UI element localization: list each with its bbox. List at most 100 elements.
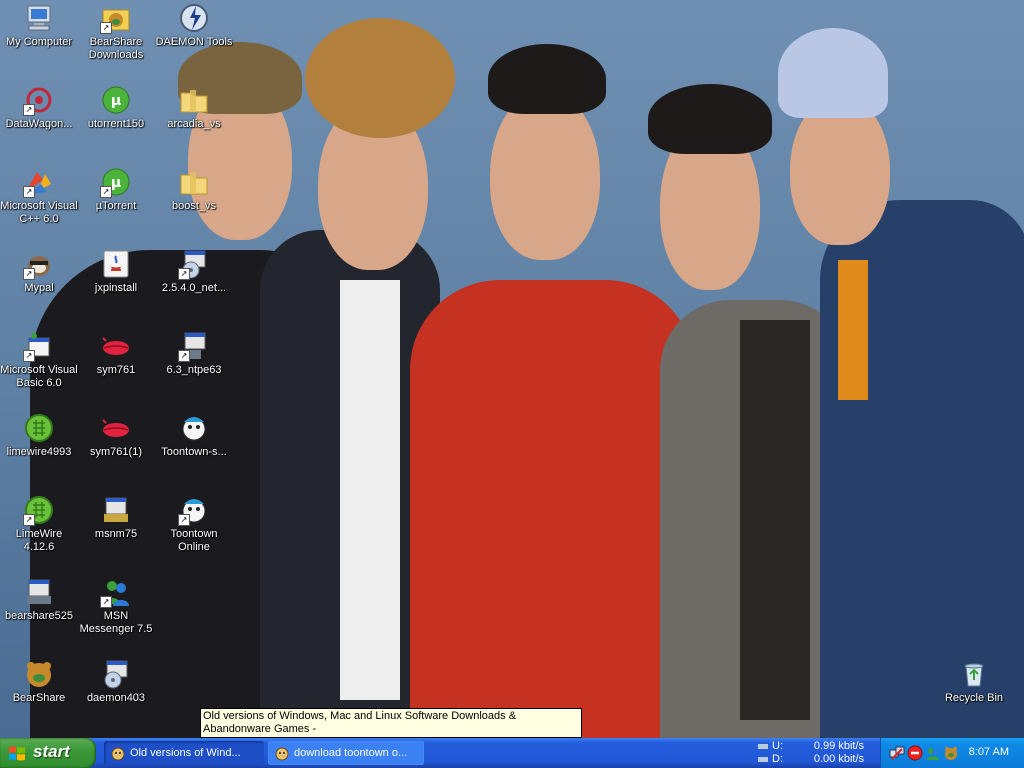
upload-value: 0.99 kbit/s (813, 740, 864, 752)
windows-logo-icon (8, 745, 26, 761)
antivirus-icon[interactable] (907, 745, 923, 761)
icon-label: sym761 (96, 364, 136, 376)
desktop-icon-recycle-bin[interactable]: Recycle Bin (935, 658, 1013, 705)
start-button[interactable]: start (0, 738, 96, 768)
desktop-icon-arcadia-vs[interactable]: arcadia_vs (155, 84, 233, 131)
taskbar-button-active[interactable]: Old versions of Wind... (104, 741, 264, 765)
icon-label: BearShare Downloads (88, 36, 144, 61)
icon-label: bearshare525 (5, 610, 73, 622)
clock[interactable]: 8:07 AM (969, 746, 1009, 758)
desktop-icon-sym761-1[interactable]: sym761(1) (77, 412, 155, 459)
desktop-icon-toontown-online[interactable]: ↗ Toontown Online (155, 494, 233, 554)
desktop-icon-bearshare525[interactable]: bearshare525 (0, 576, 78, 623)
desktop-icon-msnm75[interactable]: msnm75 (77, 494, 155, 541)
download-value: 0.00 kbit/s (813, 753, 864, 765)
shortcut-arrow-icon: ↗ (23, 350, 35, 362)
mypal-icon: ↗ (23, 248, 55, 280)
desktop-icon-daemon403[interactable]: daemon403 (77, 658, 155, 705)
desktop-icon-jxpinstall[interactable]: jxpinstall (77, 248, 155, 295)
shortcut-arrow-icon: ↗ (23, 268, 35, 280)
desktop-icon-boost-vs[interactable]: boost_vs (155, 166, 233, 213)
icon-label: Toontown-s... (161, 446, 227, 458)
svg-text:µ: µ (111, 93, 121, 109)
icon-label: My Computer (5, 36, 73, 48)
desktop-icon-utorrent[interactable]: µ ↗ µTorrent (77, 166, 155, 213)
desktop-icon-my-computer[interactable]: My Computer (0, 2, 78, 49)
desktop-icon-bearshare-downloads[interactable]: ↗ BearShare Downloads (77, 2, 155, 62)
network-icon[interactable] (889, 745, 905, 761)
installer-icon (100, 658, 132, 690)
icon-label: DataWagon... (5, 118, 73, 130)
desktop-icon-mypal[interactable]: ↗ Mypal (0, 248, 78, 295)
desktop-icon-limewire4993[interactable]: limewire4993 (0, 412, 78, 459)
shortcut-arrow-icon: ↗ (23, 514, 35, 526)
installer-icon: ↗ (178, 330, 210, 362)
icon-label: Mypal (24, 282, 54, 294)
utorrent-icon: µ ↗ (100, 166, 132, 198)
shortcut-arrow-icon: ↗ (23, 186, 35, 198)
desktop-icon-toontown-setup[interactable]: Toontown-s... (155, 412, 233, 459)
icon-label: sym761(1) (90, 446, 142, 458)
icon-label: arcadia_vs (167, 118, 221, 130)
shortcut-arrow-icon: ↗ (178, 350, 190, 362)
desktop-icon-bearshare[interactable]: BearShare (0, 658, 78, 705)
icon-label: Recycle Bin (944, 692, 1004, 704)
shortcut-arrow-icon: ↗ (178, 514, 190, 526)
system-tray: 8:07 AM (880, 738, 1024, 768)
icon-label: Microsoft Visual C++ 6.0 (0, 200, 78, 225)
taskbar-button-label: download toontown o... (294, 747, 408, 759)
taskbar-button[interactable]: download toontown o... (268, 741, 424, 765)
desktop-icon-visual-cpp[interactable]: ↗ Microsoft Visual C++ 6.0 (0, 166, 78, 226)
upload-bar (758, 744, 768, 749)
lips-icon (100, 330, 132, 362)
icon-label: boost_vs (171, 200, 217, 212)
desktop-icon-daemon-tools[interactable]: DAEMON Tools (155, 2, 233, 49)
icon-label: 6.3_ntpe63 (166, 364, 222, 376)
desktop-icon-limewire-4126[interactable]: ↗ LimeWire 4.12.6 (0, 494, 78, 554)
desktop-icon-net-installer[interactable]: ↗ 2.5.4.0_net... (155, 248, 233, 295)
download-label: D: (772, 753, 783, 765)
icon-label: BearShare (12, 692, 66, 704)
setup-icon (23, 576, 55, 608)
limewire-icon: ↗ (23, 494, 55, 526)
shortcut-arrow-icon: ↗ (23, 104, 35, 116)
visual-basic-icon: ↗ (23, 330, 55, 362)
utorrent-icon: µ (100, 84, 132, 116)
shortcut-arrow-icon: ↗ (178, 268, 190, 280)
desktop-icon-utorrent150[interactable]: µ utorrent150 (77, 84, 155, 131)
desktop-icon-msn-messenger[interactable]: ↗ MSN Messenger 7.5 (77, 576, 155, 636)
browser-icon (111, 746, 125, 761)
my-computer-icon (23, 2, 55, 34)
network-monitor: U: 0.99 kbit/s D: 0.00 kbit/s (756, 740, 878, 766)
download-row: D: 0.00 kbit/s (756, 753, 878, 766)
desktop-icon-ntpe63[interactable]: ↗ 6.3_ntpe63 (155, 330, 233, 377)
icon-label: limewire4993 (6, 446, 72, 458)
taskbar-tooltip: Old versions of Windows, Mac and Linux S… (200, 708, 582, 738)
icon-label: 2.5.4.0_net... (161, 282, 227, 294)
icon-label: msnm75 (94, 528, 138, 540)
daemon-tools-icon (178, 2, 210, 34)
upload-row: U: 0.99 kbit/s (756, 740, 878, 753)
start-label: start (33, 742, 70, 761)
taskbar-button-label: Old versions of Wind... (130, 747, 241, 759)
upload-label: U: (772, 740, 783, 752)
desktop-icon-visual-basic[interactable]: ↗ Microsoft Visual Basic 6.0 (0, 330, 78, 390)
desktop-icon-sym761[interactable]: sym761 (77, 330, 155, 377)
msn-messenger-icon: ↗ (100, 576, 132, 608)
browser-icon (275, 746, 289, 761)
icon-label: daemon403 (86, 692, 146, 704)
icon-label: utorrent150 (87, 118, 145, 130)
limewire-icon (23, 412, 55, 444)
toontown-icon (178, 412, 210, 444)
bearshare-tray-icon[interactable] (943, 745, 959, 761)
icon-label: DAEMON Tools (155, 36, 233, 48)
desktop-icon-datawagon[interactable]: ↗ DataWagon... (0, 84, 78, 131)
lips-icon (100, 412, 132, 444)
recycle-bin-icon (958, 658, 990, 690)
java-icon (100, 248, 132, 280)
desktop-background[interactable]: My Computer ↗ DataWagon... ↗ Microsoft V… (0, 0, 1024, 738)
icon-label: LimeWire 4.12.6 (15, 528, 63, 553)
svg-text:µ: µ (111, 175, 121, 191)
messenger-icon[interactable] (925, 745, 941, 761)
shortcut-arrow-icon: ↗ (100, 22, 112, 34)
